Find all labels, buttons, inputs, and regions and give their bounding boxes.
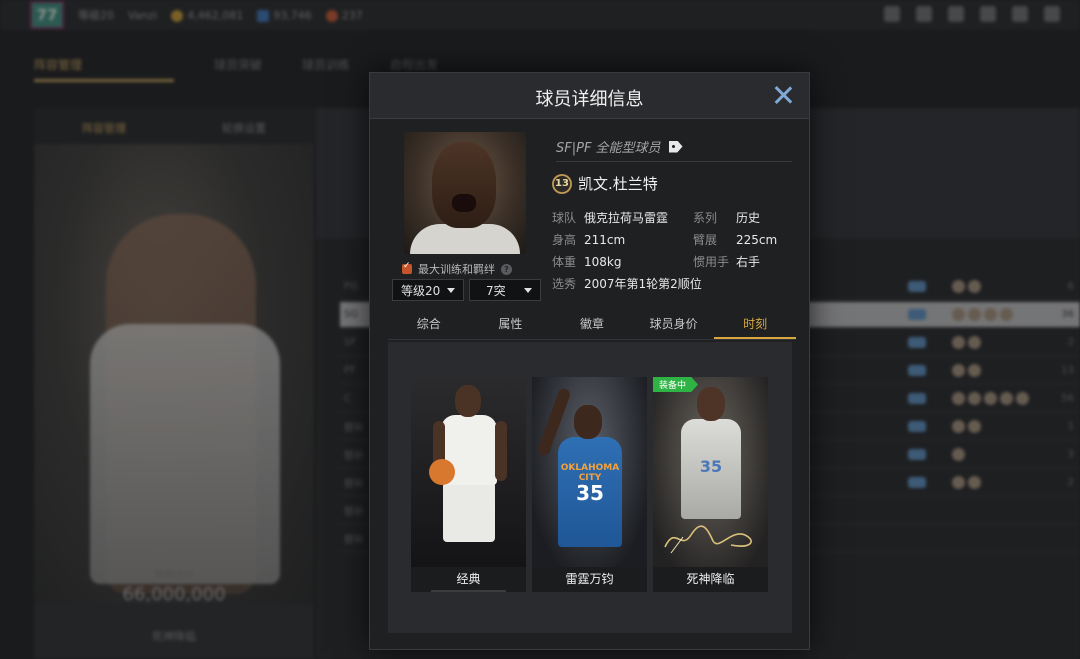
divider: [556, 161, 792, 162]
gold-balance: 4,462,081: [171, 9, 243, 22]
tab-training[interactable]: 球员训练: [302, 46, 350, 82]
moment-image: [411, 377, 526, 567]
player-name-row: 13 凯文.杜兰特: [552, 173, 658, 194]
subtab-rotation[interactable]: 轮换设置: [222, 120, 266, 144]
user-name: Vanzi: [128, 8, 158, 22]
subtab-lineup[interactable]: 阵容管理: [82, 120, 126, 144]
price-label: 阵容估价: [154, 570, 194, 581]
profile-icon[interactable]: [884, 6, 900, 22]
friends-icon[interactable]: [948, 6, 964, 22]
moment-label: 死神降临: [686, 572, 735, 586]
chevron-down-icon: [447, 288, 455, 293]
info-series: 系列 历史: [693, 211, 761, 225]
tag-icon[interactable]: [668, 140, 683, 153]
level-select[interactable]: 等级20: [392, 279, 464, 301]
moment-card-thunder[interactable]: OKLAHOMA CITY 35 雷霆万钧: [532, 377, 647, 592]
gem-icon: [257, 9, 270, 22]
team-logo: 77: [30, 1, 64, 29]
equipped-badge: 装备中: [653, 377, 699, 392]
moment-label: 经典: [456, 572, 481, 586]
jersey-text: OKLAHOMA CITY: [560, 463, 620, 483]
current-moment-label: 死神降临: [152, 630, 196, 643]
settings-icon[interactable]: [1012, 6, 1028, 22]
gem-balance: 93,746: [257, 9, 312, 22]
top-icons: [884, 6, 1060, 22]
close-icon[interactable]: [771, 83, 795, 107]
tab-overview[interactable]: 综合: [388, 310, 470, 339]
basketball-icon: [429, 459, 455, 485]
top-bar: 77 等级20 Vanzi 4,462,081 93,746 237: [0, 0, 1080, 30]
mail-icon[interactable]: [980, 6, 996, 22]
tab-breakthrough[interactable]: 球员突破: [214, 46, 262, 82]
player-jersey: [90, 324, 280, 584]
tab-moments[interactable]: 时刻: [714, 310, 796, 339]
detail-tabs: 综合 属性 徽章 球员身价 时刻: [388, 310, 796, 340]
max-training-label: 最大训练和羁绊: [418, 263, 495, 276]
jersey-number-badge: 13: [552, 173, 572, 194]
gold-coin-icon: [171, 9, 184, 22]
info-height: 身高 211cm: [552, 233, 626, 247]
moment-card-classic[interactable]: 经典: [411, 377, 526, 592]
jersey-number: 35: [576, 481, 604, 505]
jersey-number: 35: [699, 457, 723, 476]
chevron-down-icon: [524, 288, 532, 293]
modal-title: 球员详细信息: [535, 89, 644, 110]
breakthrough-select[interactable]: 7突: [469, 279, 541, 301]
info-weight: 体重 108kg: [552, 255, 622, 269]
signature-icon: [664, 525, 752, 554]
moment-image: 35 装备中: [653, 377, 768, 567]
lineup-subtabs: 阵容管理 轮换设置: [34, 108, 314, 144]
max-training-checkbox-row[interactable]: 最大训练和羁绊 ?: [402, 261, 532, 277]
tab-attributes[interactable]: 属性: [470, 310, 552, 339]
ticket-balance: 237: [325, 9, 363, 22]
player-name: 凯文.杜兰特: [578, 175, 658, 193]
ticket-icon: [325, 9, 338, 22]
info-hand: 惯用手 右手: [693, 255, 761, 269]
player-large-photo: [34, 144, 314, 604]
player-portrait: [404, 132, 526, 254]
player-role: SF|PF 全能型球员: [556, 137, 683, 156]
tab-value[interactable]: 球员身价: [633, 310, 715, 339]
power-icon[interactable]: [1044, 6, 1060, 22]
info-team: 球队 俄克拉荷马雷霆: [552, 211, 669, 225]
tab-lineup[interactable]: 阵容管理: [34, 46, 174, 82]
moment-label: 雷霆万钧: [565, 572, 614, 586]
user-level: 等级20: [78, 9, 114, 22]
notification-icon[interactable]: [916, 6, 932, 22]
info-draft: 选秀 2007年第1轮第2顺位: [552, 277, 702, 291]
lineup-price: 66,000,000: [122, 584, 226, 605]
moment-image: OKLAHOMA CITY 35: [532, 377, 647, 567]
modal-header: 球员详细信息: [370, 73, 809, 119]
info-wingspan: 臂展 225cm: [693, 233, 778, 247]
checkbox-icon[interactable]: [402, 261, 412, 274]
tab-badges[interactable]: 徽章: [551, 310, 633, 339]
help-icon[interactable]: ?: [501, 263, 512, 275]
moment-card-reaper[interactable]: 35 装备中 死神降临: [653, 377, 768, 592]
lineup-card-panel: 阵容管理 轮换设置 阵容估价 66,000,000 死神降临: [34, 108, 314, 659]
player-detail-modal: 球员详细信息 最大训练和羁绊 ? 等级20 7突 SF|PF 全能型球员 13 …: [369, 72, 810, 650]
moments-panel: 经典 OKLAHOMA CITY 35 雷霆万钧 35 装备中 死神降临: [388, 342, 792, 633]
